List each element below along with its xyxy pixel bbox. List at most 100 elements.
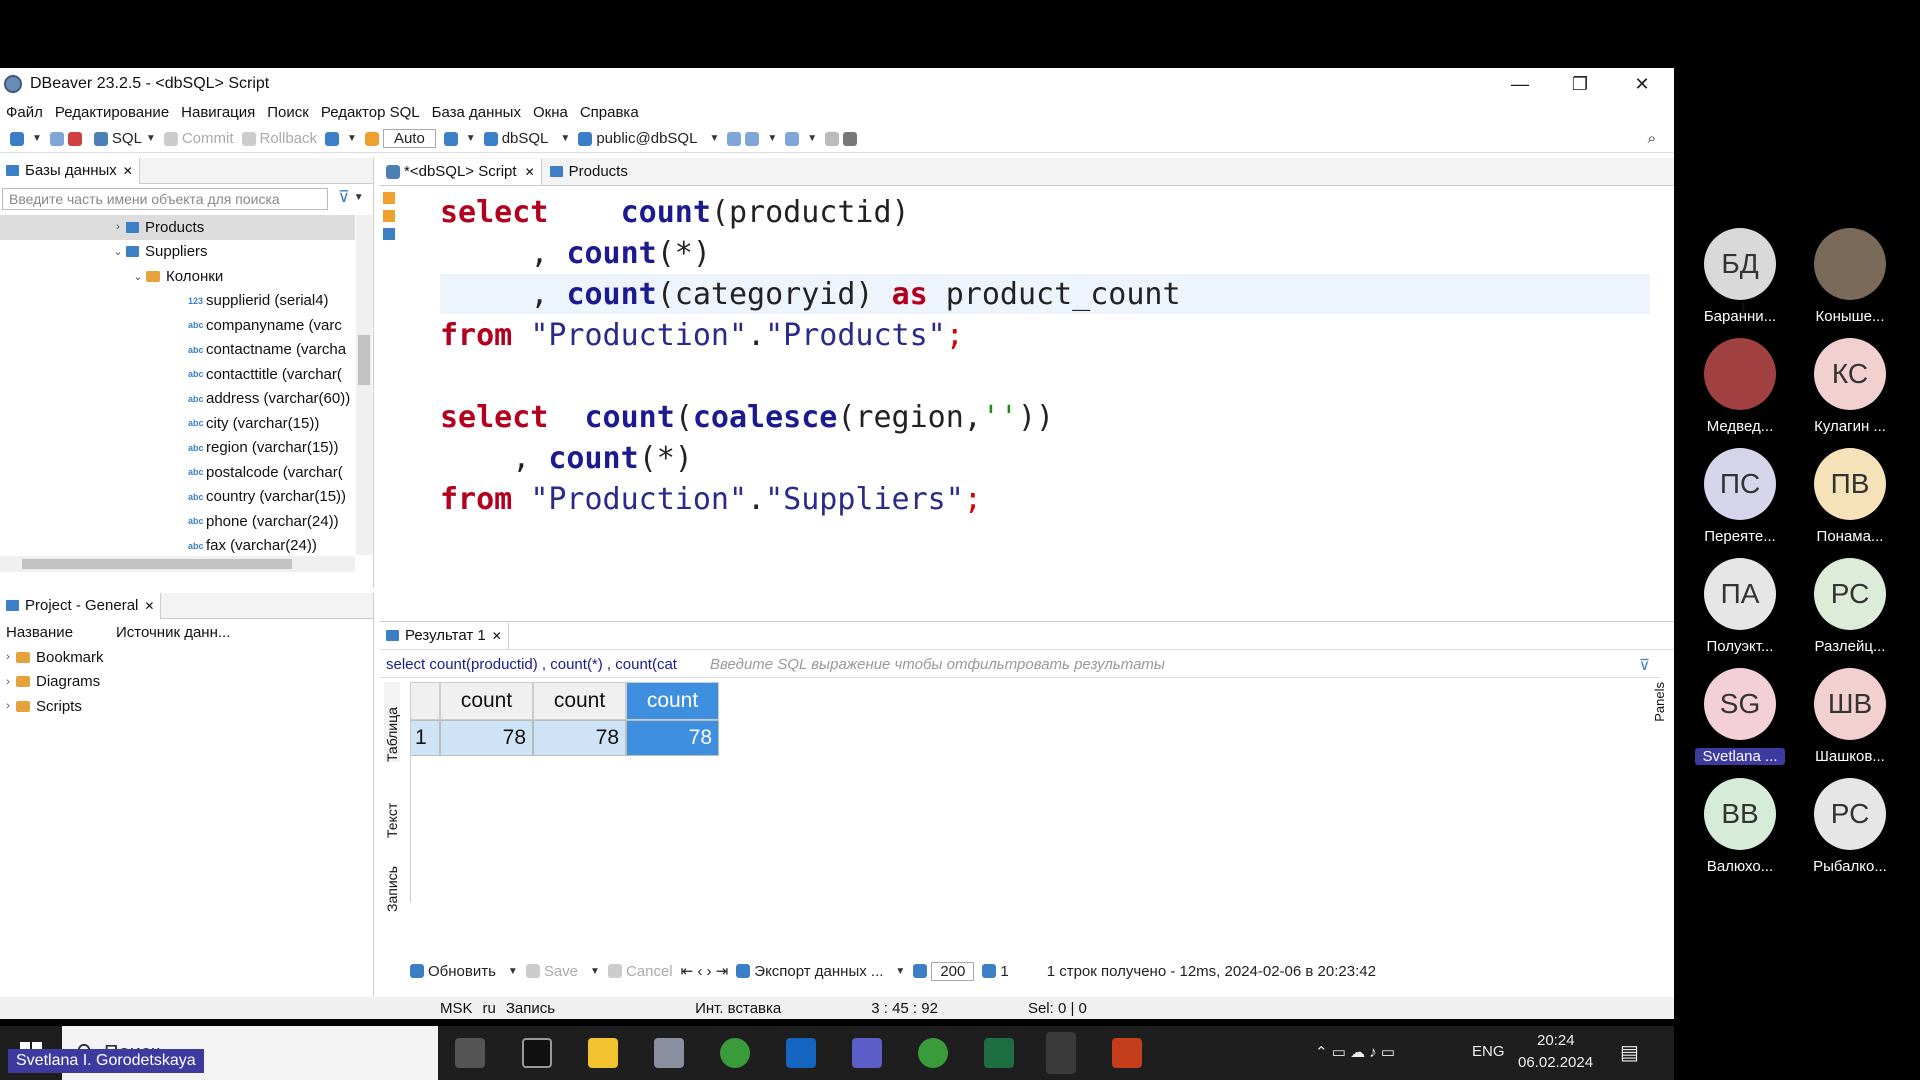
participant-tile[interactable]: ПВ Понама... <box>1805 448 1895 545</box>
participant-tile[interactable]: КС Кулагин ... <box>1805 338 1895 435</box>
maximize-button[interactable]: ❐ <box>1550 68 1610 100</box>
row-number[interactable]: 1 <box>410 720 440 756</box>
participant-tile[interactable]: ШВ Шашков... <box>1805 668 1895 765</box>
menu-window[interactable]: Окна <box>533 104 568 121</box>
history-button[interactable]: ▼ <box>443 131 476 146</box>
chevron-down-icon[interactable]: ⌄ <box>110 245 126 258</box>
tray-time[interactable]: 20:24 <box>1537 1032 1575 1049</box>
project-item-bookmark[interactable]: › Bookmark <box>0 645 373 670</box>
notifications-icon[interactable]: ▤ <box>1620 1040 1639 1065</box>
project-item-diagrams[interactable]: › Diagrams <box>0 670 373 695</box>
participant-tile[interactable]: ПА Полуэкт... <box>1695 558 1785 655</box>
new-connection-button[interactable]: ▼ <box>10 131 42 146</box>
save-button[interactable]: Save ▼ <box>525 963 600 980</box>
close-icon[interactable]: ✕ <box>123 164 133 178</box>
column-header[interactable]: count <box>533 682 626 720</box>
chevron-down-icon[interactable]: ▼ <box>354 192 364 203</box>
fetch-size-input[interactable]: 200 <box>913 961 975 981</box>
project-item-scripts[interactable]: › Scripts <box>0 694 373 719</box>
tree-item[interactable]: 123 supplierid (serial4) <box>0 289 355 314</box>
close-icon[interactable]: ✕ <box>492 629 502 643</box>
tray-language[interactable]: ENG <box>1472 1043 1505 1060</box>
export-button[interactable]: Экспорт данных ... ▼ <box>736 963 905 980</box>
navigation-buttons[interactable]: ⇤ ‹ › ⇥ <box>681 962 729 980</box>
tab-databases[interactable]: Базы данных ✕ <box>0 157 140 184</box>
refresh-button[interactable]: Обновить ▼ <box>410 963 518 980</box>
tray-icons[interactable]: ⌃ ▭ ☁ ♪ ▭ <box>1315 1043 1395 1061</box>
chevron-right-icon[interactable]: › <box>110 221 126 233</box>
chrome-icon[interactable] <box>918 1038 948 1068</box>
transaction-mode-button[interactable]: ▼ <box>325 131 357 146</box>
filter-icon[interactable]: ⊽ <box>1639 656 1650 674</box>
tab-products[interactable]: Products <box>549 163 628 180</box>
schema-selector[interactable]: public@dbSQL ▼ <box>578 130 719 147</box>
participant-tile[interactable]: Коныше... <box>1805 228 1895 325</box>
participant-tile[interactable]: РС Рыбалко... <box>1805 778 1895 875</box>
navigator-search-input[interactable]: Введите часть имени объекта для поиска <box>2 188 328 210</box>
tree-vertical-scrollbar[interactable] <box>356 215 372 555</box>
column-header[interactable]: count <box>626 682 719 720</box>
close-button[interactable]: ✕ <box>1612 68 1672 100</box>
grid-button[interactable] <box>825 131 861 146</box>
tab-script[interactable]: *<dbSQL> Script ✕ <box>380 158 542 185</box>
close-icon[interactable]: ✕ <box>144 599 154 613</box>
tree-item[interactable]: abc postalcode (varchar( <box>0 460 355 485</box>
panels-toggle[interactable]: Panels <box>1648 682 1672 802</box>
column-header[interactable]: count <box>440 682 533 720</box>
menu-file[interactable]: Файл <box>6 104 43 121</box>
table-cell[interactable]: 78 <box>626 720 719 756</box>
dbeaver-taskbar-icon[interactable] <box>1046 1032 1076 1074</box>
tree-item[interactable]: abc fax (varchar(24)) <box>0 534 355 559</box>
tab-table-view[interactable]: Таблица <box>384 682 400 762</box>
chevron-down-icon[interactable]: ⌄ <box>130 270 146 283</box>
participant-tile[interactable]: SG Svetlana ... <box>1695 668 1785 765</box>
tree-item[interactable]: › Products <box>0 215 355 240</box>
tree-item[interactable]: abc address (varchar(60)) <box>0 387 355 412</box>
chevron-right-icon[interactable]: › <box>0 651 16 663</box>
sql-editor-button[interactable]: SQL ▼ <box>93 130 156 147</box>
participant-tile[interactable]: БД Баранни... <box>1695 228 1785 325</box>
tree-item[interactable]: abc contacttitle (varchar( <box>0 362 355 387</box>
filter-input[interactable]: Введите SQL выражение чтобы отфильтроват… <box>710 656 1639 673</box>
menu-help[interactable]: Справка <box>580 104 639 121</box>
explain-icon[interactable] <box>383 228 395 240</box>
tree-item[interactable]: abc city (varchar(15)) <box>0 411 355 436</box>
tree-item[interactable]: ⌄ Колонки <box>0 264 355 289</box>
participant-tile[interactable]: ВВ Валюхо... <box>1695 778 1785 875</box>
datasource-selector[interactable]: dbSQL ▼ <box>483 130 570 147</box>
table-cell[interactable]: 78 <box>440 720 533 756</box>
app-icon[interactable] <box>654 1038 684 1068</box>
participant-tile[interactable]: РС Разлейц... <box>1805 558 1895 655</box>
rollback-button[interactable]: Rollback <box>241 130 317 147</box>
participant-tile[interactable]: Медвед... <box>1695 338 1785 435</box>
tray-date[interactable]: 06.02.2024 <box>1518 1054 1593 1071</box>
menu-sql-editor[interactable]: Редактор SQL <box>321 104 420 121</box>
scrollbar-thumb[interactable] <box>358 335 370 385</box>
tree-horizontal-scrollbar[interactable] <box>0 556 355 572</box>
excel-icon[interactable] <box>984 1038 1014 1068</box>
tab-project[interactable]: Project - General ✕ <box>0 592 162 619</box>
close-icon[interactable]: ✕ <box>525 165 535 179</box>
outlook-icon[interactable] <box>786 1038 816 1068</box>
task-view-icon[interactable] <box>455 1038 485 1068</box>
tree-item[interactable]: abc country (varchar(15)) <box>0 485 355 510</box>
menu-edit[interactable]: Редактирование <box>55 104 169 121</box>
commit-button[interactable]: Commit <box>163 130 234 147</box>
auto-commit-toggle[interactable]: Auto <box>364 129 436 148</box>
tree-item[interactable]: abc phone (varchar(24)) <box>0 509 355 534</box>
menu-navigate[interactable]: Навигация <box>181 104 255 121</box>
teams-icon[interactable] <box>852 1038 882 1068</box>
tree-item[interactable]: abc region (varchar(15)) <box>0 436 355 461</box>
terminal-icon[interactable] <box>522 1038 552 1068</box>
find-button[interactable]: ▼ <box>785 131 817 146</box>
tab-result-1[interactable]: Результат 1 ✕ <box>380 622 509 649</box>
execute-icon[interactable] <box>383 192 395 204</box>
tree-item[interactable]: ⌄ Suppliers <box>0 240 355 265</box>
minimize-button[interactable]: — <box>1490 68 1550 100</box>
participant-tile[interactable]: ПС Переяте... <box>1695 448 1785 545</box>
table-cell[interactable]: 78 <box>533 720 626 756</box>
chrome-icon[interactable] <box>720 1038 750 1068</box>
global-search-icon[interactable]: ⌕ <box>1648 130 1656 147</box>
menu-database[interactable]: База данных <box>432 104 521 121</box>
chevron-right-icon[interactable]: › <box>0 676 16 688</box>
